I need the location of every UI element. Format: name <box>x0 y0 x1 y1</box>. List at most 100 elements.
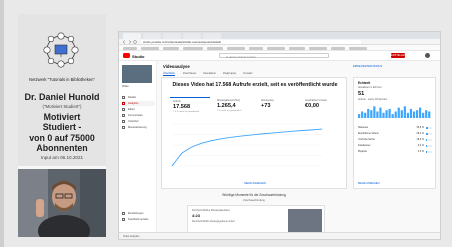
pencil-icon <box>122 96 125 99</box>
sidebar-item-label: Details <box>128 96 136 99</box>
chart-point <box>241 135 243 137</box>
traffic-source-row: YouTube-Suche 18,9 % <box>358 138 432 142</box>
traffic-source-row: Empfohlene Videos 28,4 % <box>358 132 432 136</box>
chart-point <box>281 131 283 133</box>
bookmark-item[interactable] <box>183 46 203 50</box>
speaker-photo <box>18 169 106 237</box>
advanced-mode-link[interactable]: ERWEITERTER MODUS <box>353 65 382 68</box>
tab-audience[interactable]: Zielgruppe <box>223 71 236 75</box>
realtime-bar <box>412 111 416 118</box>
sidebar-item-analytics[interactable]: Analytics <box>122 101 155 106</box>
realtime-title: Echtzeit <box>358 81 371 85</box>
metric-value: €0,00 <box>305 103 319 109</box>
bookmark-item[interactable] <box>289 46 305 50</box>
tab-overview[interactable]: Überblick <box>163 71 175 76</box>
realtime-bar <box>382 112 385 118</box>
bookmark-item[interactable] <box>123 46 137 50</box>
traffic-source-row: Startseite 35,8 % <box>358 126 432 130</box>
studio-footer: Video-Analytics <box>119 232 440 239</box>
bookmark-item[interactable] <box>163 46 179 50</box>
traffic-source-value: 18,9 % <box>416 138 424 141</box>
sidebar-item-monetization[interactable]: Monetarisierung <box>122 125 155 130</box>
traffic-source-label: Kanalseiten <box>358 144 371 147</box>
bookmark-item[interactable] <box>249 46 263 50</box>
overview-card: Dieses Video hat 17.568 Aufrufe erzielt,… <box>161 77 347 189</box>
metric-label: Abonnenten <box>261 99 274 102</box>
bookmark-item[interactable] <box>267 46 285 50</box>
sidebar-item-label: Monetarisierung <box>128 126 147 129</box>
tab-engagement[interactable]: Interaktion <box>203 71 216 75</box>
slide-title-line: Studiert - <box>42 122 82 133</box>
traffic-source-label: YouTube-Suche <box>358 138 375 141</box>
traffic-source-fill <box>426 139 428 141</box>
key-moments-title: Wichtige Momente für die Zuschauerbindun… <box>222 193 286 197</box>
create-button[interactable]: ERSTELLEN <box>391 53 406 58</box>
realtime-bar <box>361 111 364 118</box>
retention-label: Durchschnittliche Wiedergabedauer <box>192 209 230 212</box>
traffic-source-label: Startseite <box>358 126 369 129</box>
bookmark-item[interactable] <box>331 46 345 50</box>
realtime-bar <box>394 111 397 118</box>
sidebar-item-feedback[interactable]: Feedback senden <box>122 217 155 222</box>
chart-point <box>261 133 263 135</box>
sidebar-item-label: Feedback senden <box>128 218 149 221</box>
avatar[interactable] <box>425 53 430 58</box>
realtime-bar <box>370 110 373 118</box>
metric-sub: 7.4 % mehr als gewöhnlich <box>173 111 200 113</box>
traffic-source-value: 9,4 % <box>417 144 424 147</box>
retention-value: 4:23 <box>192 213 201 218</box>
analytics-main: Videoanalyse ERWEITERTER MODUS Überblick… <box>157 61 440 239</box>
network-icon <box>43 32 79 68</box>
bookmark-item[interactable] <box>227 46 245 50</box>
traffic-source-bar <box>426 145 432 147</box>
studio-search-input[interactable]: In deinem Kanal suchen <box>219 53 329 59</box>
traffic-source-row: Playlists 4,5 % <box>358 150 432 154</box>
browser-window: studio.youtube.com/video/analytics/tab-o… <box>118 31 441 240</box>
slide-title-line: Motiviert <box>43 112 81 122</box>
slide-title: Motiviert Studiert - von 0 auf 75000 Abo… <box>18 112 106 154</box>
bookmark-item[interactable] <box>207 46 223 50</box>
video-thumbnail[interactable] <box>122 65 152 83</box>
tab-revenue[interactable]: Umsatz <box>243 71 252 75</box>
metric-subscribers[interactable]: Abonnenten +73 <box>258 97 298 114</box>
chart-point <box>231 136 233 138</box>
sidebar-item-subtitles[interactable]: Untertitel <box>122 119 155 124</box>
sidebar-item-comments[interactable]: Kommentare <box>122 113 155 118</box>
realtime-bar <box>367 108 370 118</box>
realtime-bar <box>425 110 428 118</box>
metric-revenue[interactable]: Geschätzter Umsatz €0,00 <box>302 97 342 114</box>
realtime-bar <box>385 110 388 118</box>
metric-views[interactable]: Aufrufe 17.568 7.4 % mehr als gewöhnlich <box>170 97 210 114</box>
traffic-source-label: Empfohlene Videos <box>358 132 379 135</box>
tab-reach[interactable]: Zuschauer <box>183 71 196 75</box>
realtime-more-link[interactable]: MEHR ANZEIGEN <box>358 182 379 185</box>
realtime-bar <box>358 114 361 118</box>
youtube-logo-icon[interactable] <box>123 53 130 58</box>
speaker-webcam <box>18 169 106 237</box>
bookmark-item[interactable] <box>309 46 327 50</box>
metric-watch-time[interactable]: Wiedergabezeit (Std.) 1.265,4 3 % mehr a… <box>214 97 254 114</box>
metric-label: Wiedergabezeit (Std.) <box>217 99 241 102</box>
url-field[interactable]: studio.youtube.com/video/analytics/tab-o… <box>141 40 361 44</box>
nav-arrows-icon[interactable] <box>122 40 138 44</box>
traffic-source-value: 4,5 % <box>417 150 424 153</box>
realtime-bar <box>422 112 425 118</box>
sidebar-item-details[interactable]: Details <box>122 95 155 100</box>
sidebar-item-editor[interactable]: Editor <box>122 107 155 112</box>
realtime-bar <box>415 110 419 118</box>
see-more-link[interactable]: MEHR ANZEIGEN <box>162 182 348 185</box>
frame-edge <box>0 0 4 247</box>
realtime-bar <box>406 112 409 118</box>
speaker-name: Dr. Daniel Hunold <box>24 92 100 102</box>
bookmark-item[interactable] <box>349 46 367 50</box>
metric-value: 1.265,4 <box>217 103 236 109</box>
sidebar-item-settings[interactable]: Einstellungen <box>122 211 155 216</box>
realtime-bar <box>403 106 406 118</box>
metric-label: Geschätzter Umsatz <box>305 99 327 102</box>
chart-point <box>181 152 183 154</box>
presentation-slide: Netzwerk "Tutorials in Bibliotheken" Dr.… <box>18 14 106 237</box>
realtime-status: Aktualisiert in Echtzeit <box>358 86 382 89</box>
realtime-bar <box>419 107 422 118</box>
tab-strip <box>119 32 440 39</box>
bookmark-item[interactable] <box>141 46 159 50</box>
